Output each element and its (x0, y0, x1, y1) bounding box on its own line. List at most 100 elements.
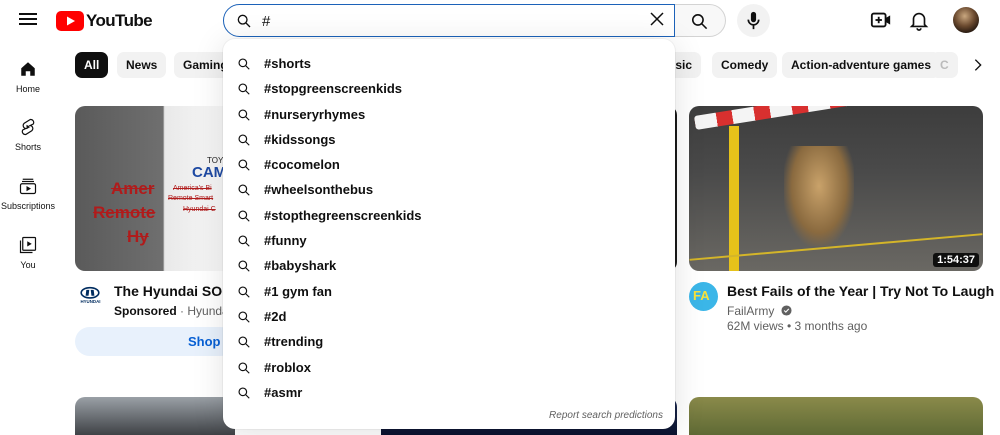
suggestion-text: #roblox (264, 359, 311, 375)
search-icon (238, 235, 250, 247)
suggestion-text: #nurseryrhymes (264, 106, 366, 122)
search-icon (238, 184, 250, 197)
report-search-predictions-link[interactable]: Report search predictions (549, 410, 663, 421)
menu-icon[interactable] (17, 10, 39, 30)
search-icon (238, 286, 250, 298)
sidebar-item-label: Subscriptions (0, 201, 56, 211)
channel-name[interactable]: FailArmy (727, 304, 774, 318)
thumbnail-person (784, 146, 854, 246)
search-icon (691, 13, 708, 30)
user-avatar[interactable] (953, 7, 979, 33)
clear-search-icon[interactable] (648, 10, 666, 28)
suggestion-text: #wheelsonthebus (264, 182, 374, 198)
search-icon (238, 260, 250, 273)
suggestion-text: #stopgreenscreenkids (264, 81, 403, 97)
search-box[interactable] (223, 4, 675, 37)
sidebar-item-you[interactable]: You (0, 224, 56, 272)
search-suggestion-item[interactable]: #stopgreenscreenkids (223, 77, 675, 102)
video-title[interactable]: Best Fails of the Year | Try Not To Laug… (727, 283, 994, 299)
ad-thumbnail[interactable]: Amer Remote Hy TOY CAM America's Bi Remo… (75, 106, 235, 271)
logo-text: YouTube (86, 11, 153, 30)
search-icon (238, 362, 250, 374)
search-suggestion-item[interactable]: #kidssongs (223, 128, 675, 153)
create-video-icon[interactable] (870, 9, 892, 31)
suggestion-text: #funny (264, 233, 307, 249)
youtube-play-icon (56, 11, 84, 31)
notifications-bell-icon[interactable] (908, 9, 930, 31)
chip-partial[interactable]: C (931, 52, 958, 78)
video-thumbnail[interactable] (75, 397, 235, 435)
suggestion-text: #asmr (264, 384, 303, 400)
search-suggestion-item[interactable]: #stopthegreenscreenkids (223, 204, 675, 229)
subscriptions-icon (19, 178, 37, 195)
video-thumbnail[interactable]: 1:54:37 (689, 106, 983, 271)
search-icon (238, 134, 250, 146)
chip-all[interactable]: All (75, 52, 109, 78)
thumbnail-text: Hy (127, 227, 149, 246)
thumbnail-text: Remote Smart (168, 195, 214, 202)
suggestion-text: #stopthegreenscreenkids (264, 207, 422, 223)
thumbnail-text: Amer (111, 179, 155, 198)
search-suggestion-item[interactable]: #roblox (223, 356, 675, 381)
search-icon (238, 387, 250, 399)
you-library-icon (19, 236, 37, 254)
svg-text:HYUNDAI: HYUNDAI (80, 299, 100, 304)
suggestion-text: #kidssongs (264, 131, 336, 147)
search-suggestion-item[interactable]: #funny (223, 229, 675, 254)
thumbnail-text: CAM (192, 164, 227, 181)
search-icon (238, 159, 250, 171)
chip-comedy[interactable]: Comedy (712, 52, 778, 78)
search-input[interactable] (262, 9, 642, 33)
verified-check-icon (781, 305, 792, 316)
shop-now-button[interactable]: Shop n (75, 327, 235, 356)
suggestion-text: #1 gym fan (264, 283, 332, 299)
channel-line: FailArmy (727, 304, 792, 318)
search-icon (237, 14, 251, 28)
channel-avatar-text: FA (693, 288, 710, 303)
sidebar-item-label: Home (15, 84, 40, 94)
thumbnail-text: Hyundai C (183, 206, 216, 213)
search-suggestion-item[interactable]: #1 gym fan (223, 280, 675, 305)
thumbnail-post (729, 126, 739, 271)
search-suggestions-dropdown: #shorts #stopgreenscreenkids #nurseryrhyme… (223, 39, 675, 429)
top-bar: YouTube (0, 0, 1000, 40)
suggestion-text: #cocomelon (264, 157, 340, 173)
chip-news[interactable]: News (117, 52, 167, 78)
search-icon (238, 109, 250, 121)
search-suggestion-item[interactable]: #asmr (223, 381, 675, 406)
microphone-icon (747, 11, 760, 30)
search-icon (238, 336, 250, 348)
search-icon (238, 58, 250, 70)
suggestion-text: #2d (264, 308, 287, 324)
hyundai-logo-icon: HYUNDAI (80, 286, 100, 304)
sidebar-item-subscriptions[interactable]: Subscriptions (0, 165, 56, 213)
channel-avatar[interactable]: FA (689, 282, 718, 311)
search-suggestion-item[interactable]: #babyshark (223, 254, 675, 279)
suggestion-text: #trending (264, 334, 324, 350)
search-button[interactable] (675, 4, 726, 37)
chevron-right-icon[interactable] (970, 57, 986, 73)
chip-action-adventure-games[interactable]: Action-adventure games (782, 52, 941, 78)
thumbnail-text: America's Bi (173, 185, 212, 192)
search-suggestion-item[interactable]: #nurseryrhymes (223, 103, 675, 128)
shorts-icon (21, 118, 35, 136)
suggestion-text: #babyshark (264, 258, 337, 274)
voice-search-button[interactable] (737, 4, 770, 37)
sidebar-item-label: You (20, 260, 36, 270)
search-suggestion-item[interactable]: #wheelsonthebus (223, 178, 675, 203)
search-icon (238, 83, 250, 95)
search-suggestion-item[interactable]: #shorts (223, 52, 675, 77)
thumbnail-text: Remote (93, 203, 156, 222)
video-thumbnail[interactable] (689, 397, 983, 435)
sponsored-label: Sponsored (114, 304, 177, 318)
search-suggestion-item[interactable]: #trending (223, 330, 675, 355)
video-stats: 62M views • 3 months ago (727, 319, 868, 333)
search-suggestion-item[interactable]: #cocomelon (223, 153, 675, 178)
youtube-logo[interactable]: YouTube (56, 11, 153, 31)
search-suggestion-item[interactable]: #2d (223, 305, 675, 330)
video-duration-badge: 1:54:37 (933, 253, 979, 267)
search-icon (238, 311, 250, 323)
search-icon (238, 210, 250, 222)
sidebar-item-shorts[interactable]: Shorts (0, 106, 56, 154)
sidebar-item-label: Shorts (14, 142, 41, 152)
